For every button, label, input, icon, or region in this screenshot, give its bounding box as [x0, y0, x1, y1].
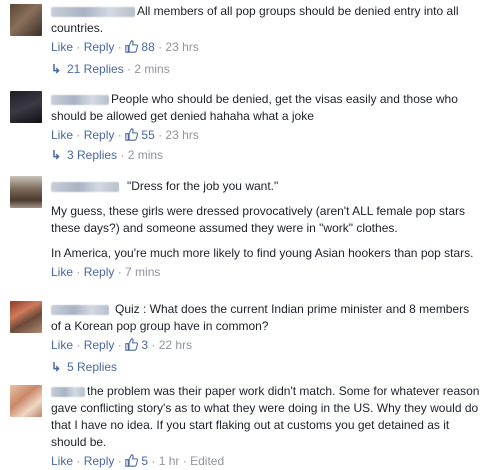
- replies-count[interactable]: 21 Replies: [67, 62, 124, 76]
- view-replies[interactable]: ↳ 3 Replies · 2 mins: [51, 147, 163, 164]
- view-replies[interactable]: ↳ 21 Replies · 2 mins: [51, 61, 170, 78]
- avatar[interactable]: [10, 91, 42, 123]
- avatar[interactable]: [10, 301, 42, 333]
- like-count[interactable]: 5: [125, 454, 148, 468]
- reply-link[interactable]: Reply: [84, 454, 115, 468]
- comment-actions: Like · Reply · 88 · 23 hrs: [51, 40, 199, 54]
- comment-time[interactable]: 22 hrs: [159, 338, 192, 352]
- thumbs-up-icon: [125, 454, 139, 467]
- comment-actions: Like · Reply · 55 · 23 hrs: [51, 128, 199, 142]
- comment-time[interactable]: 7 mins: [125, 265, 160, 279]
- avatar[interactable]: [10, 4, 42, 36]
- replies-time: 2 mins: [134, 62, 170, 76]
- commenter-name[interactable]: [51, 304, 109, 315]
- comment-actions: Like · Reply · 3 · 22 hrs: [51, 338, 193, 352]
- comment-actions: Like · Reply · 5 · 1 hr · Edited: [51, 454, 225, 468]
- avatar[interactable]: [10, 176, 42, 208]
- comment-text: the problem was their paper work didn't …: [51, 384, 480, 449]
- thumbs-up-icon: [125, 40, 139, 53]
- reply-arrow-icon: ↳: [51, 360, 62, 374]
- like-count[interactable]: 88: [125, 40, 155, 54]
- commenter-name[interactable]: [51, 181, 119, 192]
- commenter-name[interactable]: [51, 6, 135, 17]
- thumbs-up-icon: [125, 128, 139, 141]
- replies-count[interactable]: 3 Replies: [67, 148, 117, 162]
- comment-paragraph: My guess, these girls were dressed provo…: [51, 204, 466, 235]
- like-link[interactable]: Like: [51, 338, 73, 352]
- like-count[interactable]: 55: [125, 128, 155, 142]
- like-count[interactable]: 3: [125, 338, 148, 352]
- comment-time[interactable]: 1 hr: [159, 454, 180, 468]
- like-count-value: 55: [141, 128, 155, 142]
- reply-link[interactable]: Reply: [84, 128, 115, 142]
- reply-link[interactable]: Reply: [84, 338, 115, 352]
- reply-arrow-icon: ↳: [51, 148, 62, 162]
- replies-count[interactable]: 5 Replies: [67, 360, 117, 374]
- reply-arrow-icon: ↳: [51, 62, 62, 76]
- edited-label[interactable]: Edited: [190, 454, 224, 468]
- comment-paragraph: In America, you're much more likely to f…: [51, 246, 474, 260]
- like-link[interactable]: Like: [51, 265, 73, 279]
- avatar[interactable]: [10, 385, 42, 417]
- comment-text: People who should be denied, get the vis…: [51, 92, 458, 123]
- comment-time[interactable]: 23 hrs: [165, 40, 198, 54]
- commenter-name[interactable]: [51, 94, 109, 105]
- like-count-value: 88: [141, 40, 155, 54]
- view-replies[interactable]: ↳ 5 Replies: [51, 359, 117, 376]
- comment-actions: Like · Reply · 7 mins: [51, 265, 161, 279]
- comment-text: Quiz : What does the current Indian prim…: [51, 302, 470, 333]
- comment-feed: All members of all pop groups should be …: [0, 0, 490, 470]
- thumbs-up-icon: [125, 338, 139, 351]
- like-link[interactable]: Like: [51, 454, 73, 468]
- commenter-name[interactable]: [51, 386, 85, 397]
- comment-time[interactable]: 23 hrs: [165, 128, 198, 142]
- like-link[interactable]: Like: [51, 40, 73, 54]
- reply-link[interactable]: Reply: [84, 40, 115, 54]
- like-link[interactable]: Like: [51, 128, 73, 142]
- reply-link[interactable]: Reply: [84, 265, 115, 279]
- comment-paragraph: "Dress for the job you want.": [127, 179, 279, 193]
- replies-time: 2 mins: [127, 148, 164, 162]
